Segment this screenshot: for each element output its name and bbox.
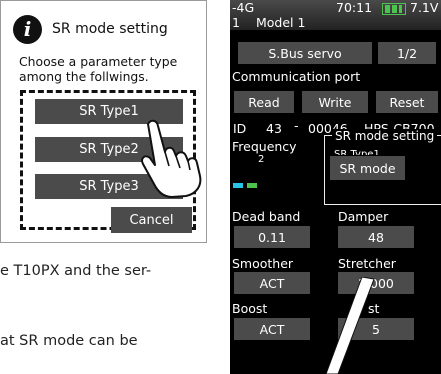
prompt-line-2: among the follwings. bbox=[19, 69, 149, 84]
signal-indicator: -4G bbox=[232, 0, 255, 15]
boost-value[interactable]: ACT bbox=[234, 318, 310, 340]
comm-port-label: Communication port bbox=[232, 69, 361, 84]
page-indicator-button[interactable]: 1/2 bbox=[378, 42, 436, 64]
dialog-prompt: Choose a parameter type among the follwi… bbox=[19, 54, 204, 84]
battery-voltage: 7.1V bbox=[410, 0, 439, 15]
id-value: 43 bbox=[266, 121, 282, 136]
frequency-value: 2 bbox=[258, 154, 265, 165]
sr-mode-button[interactable]: SR mode bbox=[330, 156, 405, 180]
model-name: Model 1 bbox=[256, 15, 306, 30]
damper-value[interactable]: 48 bbox=[338, 226, 414, 248]
model-number: 1 bbox=[232, 15, 240, 30]
smoother-label: Smoother bbox=[232, 256, 294, 271]
clock-readout: 70:11 bbox=[336, 0, 373, 15]
smoother-value[interactable]: ACT bbox=[234, 272, 310, 294]
dialog-header: i SR mode setting bbox=[13, 14, 168, 44]
tap-hand-icon bbox=[141, 119, 202, 198]
write-button[interactable]: Write bbox=[302, 91, 368, 113]
stretcher-label: Stretcher bbox=[338, 256, 396, 271]
id-separator: - bbox=[294, 118, 299, 133]
info-icon: i bbox=[13, 14, 42, 44]
sbus-servo-button[interactable]: S.Bus servo bbox=[238, 42, 372, 64]
callout-pointer bbox=[325, 277, 375, 374]
id-label: ID bbox=[233, 121, 247, 136]
dialog-title: SR mode setting bbox=[52, 21, 168, 37]
dead-band-label: Dead band bbox=[232, 209, 301, 224]
body-text-line-1: e T10PX and the ser- bbox=[0, 263, 152, 279]
prompt-line-1: Choose a parameter type bbox=[19, 54, 178, 69]
battery-icon bbox=[382, 2, 406, 15]
sr-type-readout: SR Type1 bbox=[334, 149, 380, 155]
sr-group-label: SR mode setting bbox=[332, 129, 438, 143]
indicator-bar-1 bbox=[233, 183, 243, 188]
body-text-line-2: at SR mode can be bbox=[0, 333, 138, 349]
damper-label: Damper bbox=[338, 209, 389, 224]
indicator-bar-2 bbox=[247, 183, 257, 188]
read-button[interactable]: Read bbox=[234, 91, 294, 113]
dead-band-value[interactable]: 0.11 bbox=[234, 226, 310, 248]
frequency-label: Frequency bbox=[232, 139, 297, 154]
cancel-button[interactable]: Cancel bbox=[111, 207, 192, 233]
boost-label: Boost bbox=[232, 301, 268, 316]
reset-button[interactable]: Reset bbox=[376, 91, 438, 113]
battery-status: 7.1V bbox=[382, 0, 438, 15]
